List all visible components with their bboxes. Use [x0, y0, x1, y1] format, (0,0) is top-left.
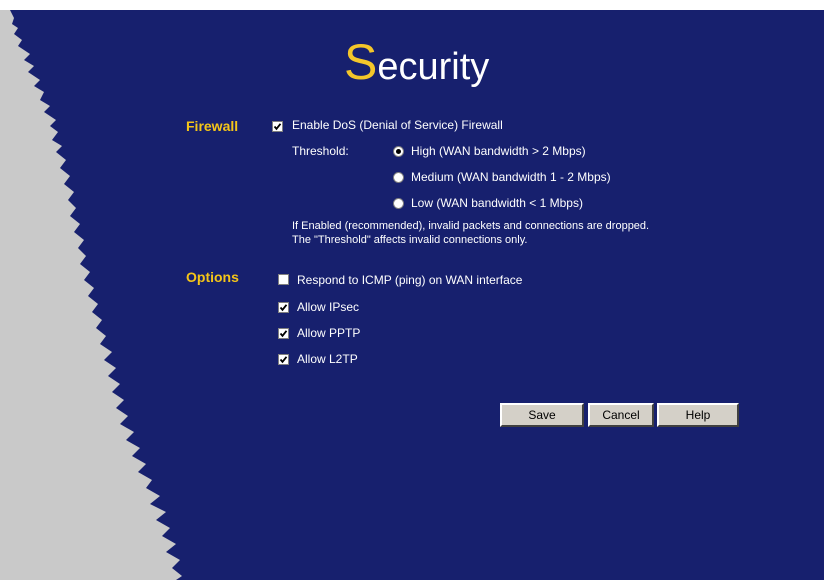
allow-pptp-checkbox[interactable]	[278, 328, 289, 339]
threshold-low-label: Low (WAN bandwidth < 1 Mbps)	[411, 196, 583, 210]
threshold-medium-label: Medium (WAN bandwidth 1 - 2 Mbps)	[411, 170, 611, 184]
checkmark-icon	[279, 356, 288, 364]
enable-dos-checkbox[interactable]	[272, 121, 283, 132]
page-title-rest: ecurity	[377, 46, 490, 88]
threshold-high-label: High (WAN bandwidth > 2 Mbps)	[411, 144, 586, 158]
allow-l2tp-checkbox[interactable]	[278, 354, 289, 365]
allow-ipsec-checkbox[interactable]	[278, 302, 289, 313]
firewall-section-label: Firewall	[186, 118, 239, 134]
checkmark-icon	[279, 304, 288, 312]
cancel-button[interactable]: Cancel	[588, 403, 654, 427]
threshold-label: Threshold:	[292, 144, 349, 158]
allow-ipsec-label: Allow IPsec	[297, 300, 360, 314]
threshold-low-radio[interactable]	[393, 198, 404, 209]
firewall-note-line1: If Enabled (recommended), invalid packet…	[292, 220, 650, 232]
icmp-ping-checkbox[interactable]	[278, 274, 289, 285]
page-title: Security	[344, 37, 490, 91]
help-button[interactable]: Help	[657, 403, 739, 427]
radio-selected-dot	[396, 149, 401, 154]
firewall-note-line2: The "Threshold" affects invalid connecti…	[292, 234, 528, 246]
enable-dos-label: Enable DoS (Denial of Service) Firewall	[292, 118, 503, 132]
options-section-label: Options	[186, 269, 239, 285]
allow-l2tp-label: Allow L2TP	[297, 352, 358, 366]
allow-pptp-label: Allow PPTP	[297, 326, 361, 340]
checkmark-icon	[279, 330, 288, 338]
icmp-ping-label: Respond to ICMP (ping) on WAN interface	[297, 273, 523, 287]
page-title-initial: S	[344, 34, 378, 90]
threshold-high-radio[interactable]	[393, 146, 404, 157]
save-button[interactable]: Save	[500, 403, 584, 427]
security-page: Security Firewall Enable DoS (Denial of …	[0, 0, 824, 580]
checkmark-icon	[273, 123, 282, 131]
threshold-medium-radio[interactable]	[393, 172, 404, 183]
